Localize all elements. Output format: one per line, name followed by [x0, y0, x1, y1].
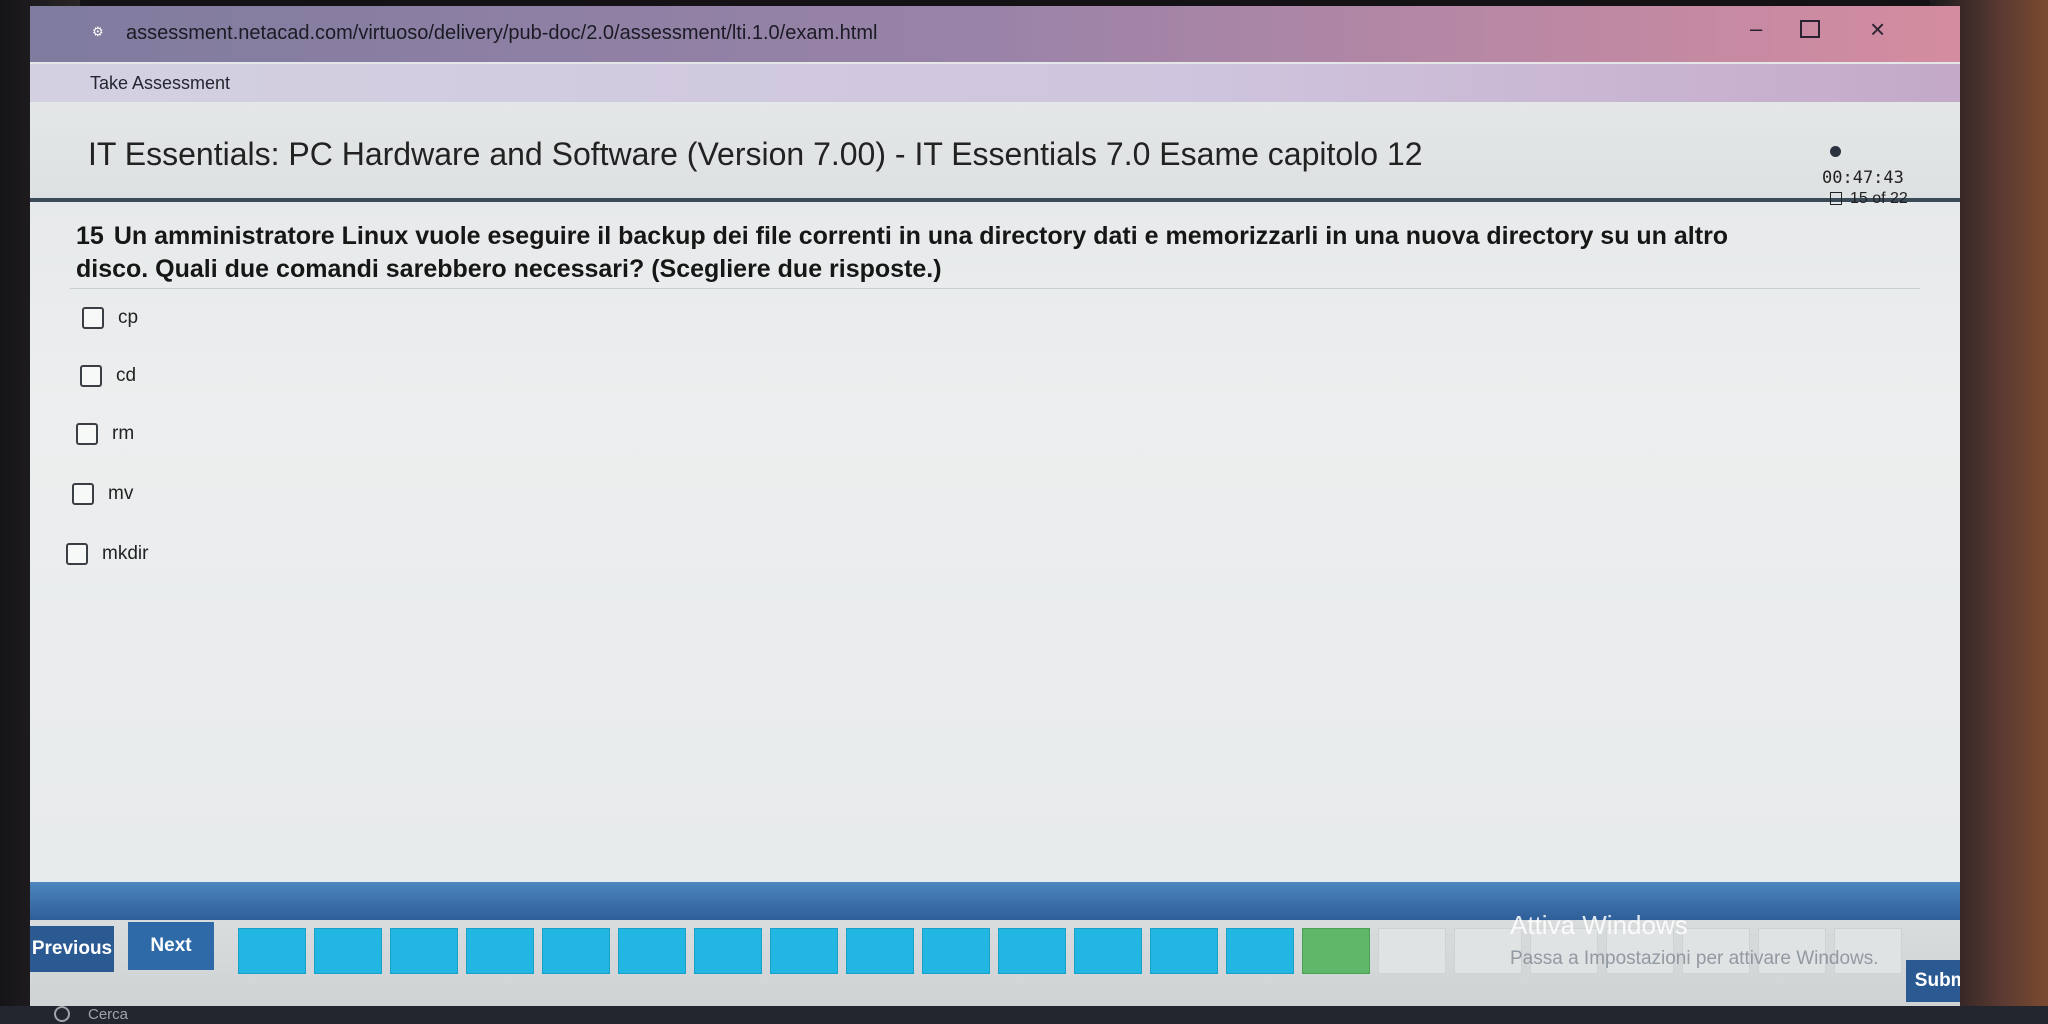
exam-title: IT Essentials: PC Hardware and Software … — [88, 136, 1423, 172]
question-divider — [70, 288, 1920, 289]
question-nav-box-5[interactable] — [542, 928, 610, 974]
submit-button[interactable]: Submit — [1906, 960, 1960, 1002]
option-rm[interactable]: rm — [76, 420, 134, 448]
app-title-bar: Take Assessment — [30, 64, 1960, 102]
taskbar — [0, 1006, 2048, 1024]
clock-icon — [1830, 146, 1841, 157]
close-icon[interactable]: × — [1870, 14, 1885, 45]
question-nav-box-11[interactable] — [998, 928, 1066, 974]
previous-button[interactable]: Previous — [30, 926, 114, 972]
browser-address-bar: ⚙ assessment.netacad.com/virtuoso/delive… — [30, 6, 1960, 62]
windows-activation-title: Attiva Windows — [1510, 910, 1688, 940]
question-nav-box-10[interactable] — [922, 928, 990, 974]
question-nav-box-2[interactable] — [314, 928, 382, 974]
question-nav-box-4[interactable] — [466, 928, 534, 974]
question-nav-box-1[interactable] — [238, 928, 306, 974]
exam-header: IT Essentials: PC Hardware and Software … — [30, 102, 1960, 207]
url-text[interactable]: assessment.netacad.com/virtuoso/delivery… — [126, 22, 877, 45]
option-mkdir[interactable]: mkdir — [66, 540, 148, 568]
question-nav-box-8[interactable] — [770, 928, 838, 974]
checkbox[interactable] — [82, 307, 104, 329]
option-cp[interactable]: cp — [82, 304, 138, 332]
option-label: mkdir — [102, 543, 149, 564]
screen: ⚙ assessment.netacad.com/virtuoso/delive… — [30, 6, 1960, 1006]
checkbox[interactable] — [76, 423, 98, 445]
checkbox[interactable] — [72, 483, 94, 505]
option-label: mv — [108, 483, 134, 504]
question-number: 15 — [76, 222, 104, 250]
question-nav-box-14[interactable] — [1226, 928, 1294, 974]
next-button[interactable]: Next — [128, 922, 214, 970]
option-cd[interactable]: cd — [80, 362, 136, 390]
question-nav-box-15[interactable] — [1302, 928, 1370, 974]
checkbox[interactable] — [66, 543, 88, 565]
question-nav-box-6[interactable] — [618, 928, 686, 974]
question-nav-box-3[interactable] — [390, 928, 458, 974]
taskbar-search[interactable]: Cerca — [88, 1006, 128, 1023]
question-nav-box-12[interactable] — [1074, 928, 1142, 974]
question-nav-box-7[interactable] — [694, 928, 762, 974]
minimize-icon[interactable]: – — [1750, 16, 1762, 42]
option-label: cp — [118, 307, 139, 328]
flag-icon — [1830, 192, 1842, 205]
question-counter: 15 of 22 — [1850, 190, 1908, 207]
maximize-icon[interactable] — [1800, 20, 1820, 38]
app-title: Take Assessment — [90, 73, 231, 93]
question-nav-box-13[interactable] — [1150, 928, 1218, 974]
question: 15 Un amministratore Linux vuole eseguire… — [76, 220, 1776, 286]
option-label: rm — [112, 423, 135, 444]
windows-activation-subtitle: Passa a Impostazioni per attivare Window… — [1510, 948, 1879, 969]
search-icon[interactable] — [54, 1006, 70, 1022]
checkbox[interactable] — [80, 365, 102, 387]
question-text: Un amministratore Linux vuole eseguire i… — [76, 222, 1729, 283]
question-nav-box-16[interactable] — [1378, 928, 1446, 974]
timer: 00:47:43 — [1822, 168, 1904, 188]
site-settings-icon[interactable]: ⚙ — [92, 24, 114, 40]
option-mv[interactable]: mv — [72, 480, 133, 508]
option-label: cd — [116, 365, 137, 386]
question-nav-box-9[interactable] — [846, 928, 914, 974]
